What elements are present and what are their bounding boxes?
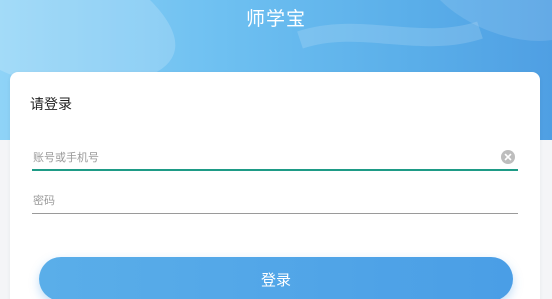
login-screen: 师学宝 请登录 登录 xyxy=(0,0,552,299)
clear-x-glyph xyxy=(504,153,512,161)
clear-icon[interactable] xyxy=(501,150,515,164)
login-card: 请登录 登录 xyxy=(10,72,540,299)
account-field xyxy=(32,145,518,171)
login-button[interactable]: 登录 xyxy=(39,257,513,299)
password-field xyxy=(32,188,518,214)
app-title: 师学宝 xyxy=(245,8,306,30)
account-input[interactable] xyxy=(32,145,518,169)
login-heading: 请登录 xyxy=(30,97,72,113)
password-input[interactable] xyxy=(32,188,518,213)
